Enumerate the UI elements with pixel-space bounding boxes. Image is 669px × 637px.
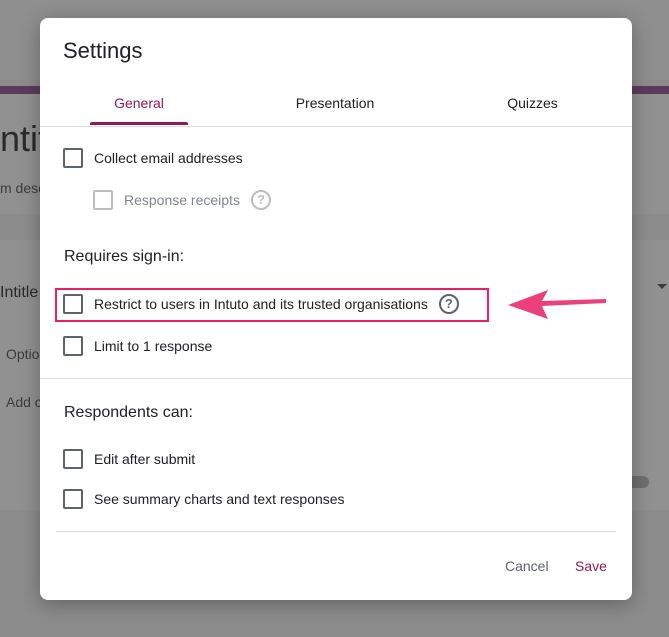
tab-quizzes[interactable]: Quizzes [470,86,595,124]
footer-divider [56,531,616,532]
background-dropdown-icon [657,284,667,289]
active-tab-indicator [90,122,188,125]
tab-presentation[interactable]: Presentation [265,86,405,124]
requires-signin-heading: Requires sign-in: [64,248,185,265]
help-circle-icon[interactable]: ? [250,190,271,210]
restrict-users-option[interactable]: Restrict to users in Intuto and its trus… [63,294,459,314]
edit-after-submit-checkbox[interactable] [63,449,83,469]
save-button[interactable]: Save [575,558,607,574]
collect-email-checkbox[interactable] [63,148,83,168]
limit-response-option[interactable]: Limit to 1 response [63,336,212,356]
restrict-users-label: Restrict to users in Intuto and its trus… [94,296,428,312]
collect-email-label: Collect email addresses [94,150,243,166]
dialog-title: Settings [63,38,143,63]
see-summary-label: See summary charts and text responses [94,491,345,507]
background-question-title: Intitle [0,284,39,301]
see-summary-option[interactable]: See summary charts and text responses [63,489,345,509]
collect-email-option[interactable]: Collect email addresses [63,148,243,168]
tab-general[interactable]: General [90,86,188,124]
see-summary-checkbox[interactable] [63,489,83,509]
response-receipts-label: Response receipts [124,192,240,208]
settings-tabs: General Presentation Quizzes [40,86,632,127]
limit-response-label: Limit to 1 response [94,338,213,354]
respondents-heading: Respondents can: [64,404,193,421]
section-divider [40,378,632,379]
help-circle-icon[interactable]: ? [438,294,459,314]
edit-after-submit-label: Edit after submit [94,451,196,467]
response-receipts-checkbox [93,190,113,210]
response-receipts-option: Response receipts ? [93,190,271,210]
edit-after-submit-option[interactable]: Edit after submit [63,449,195,469]
cancel-button[interactable]: Cancel [505,558,549,574]
background-add-option: Add c [6,394,42,410]
restrict-users-checkbox[interactable] [63,294,83,314]
background-option: Optio [6,346,40,362]
background-form-description: m desc [0,180,46,196]
limit-response-checkbox[interactable] [63,336,83,356]
annotation-arrow-icon [508,290,606,319]
